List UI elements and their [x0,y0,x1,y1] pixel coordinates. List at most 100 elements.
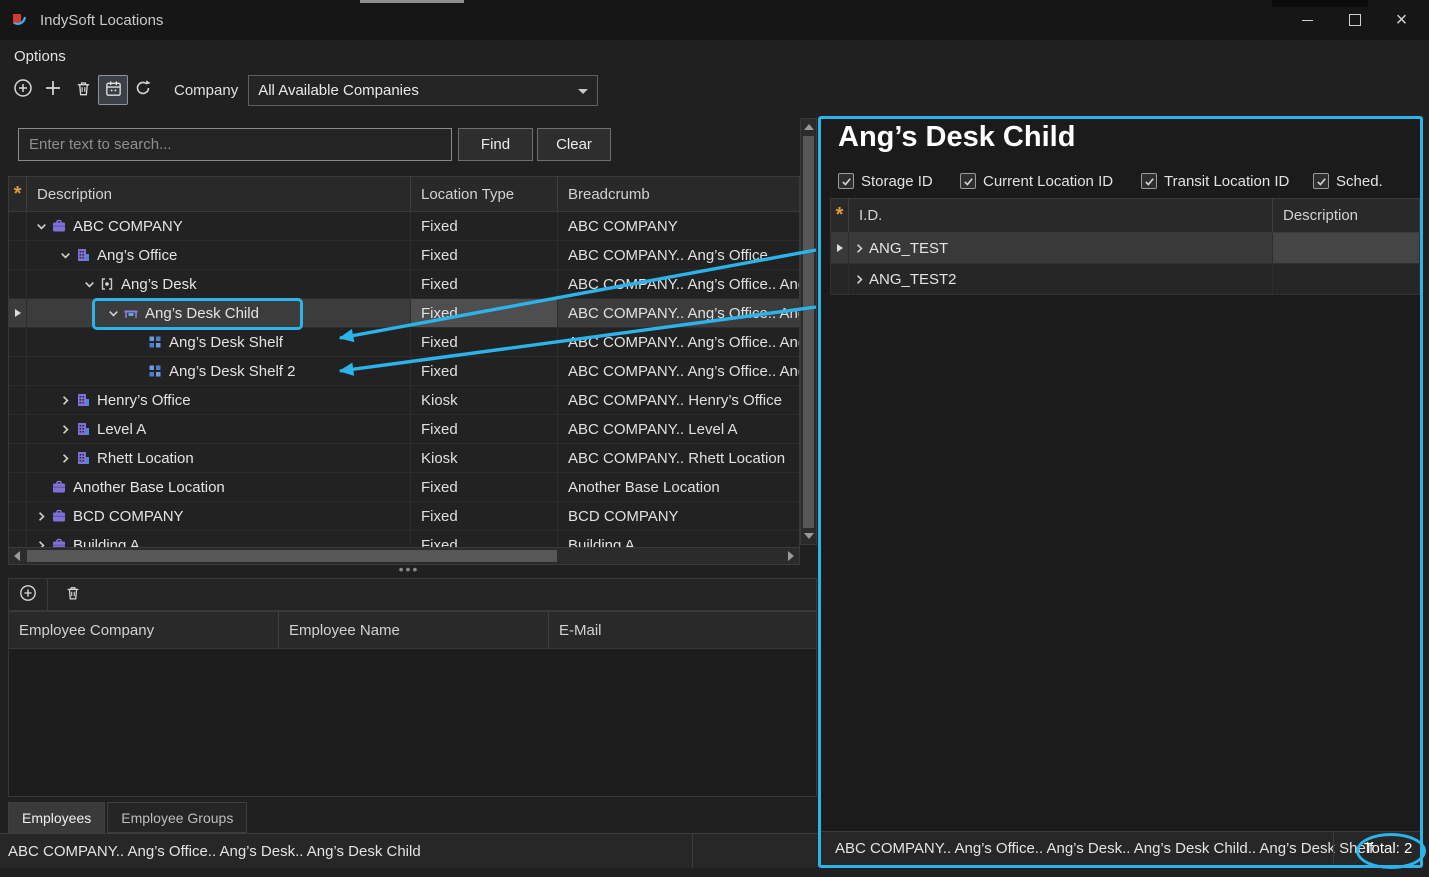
description-cell: Another Base Location [27,473,411,501]
id-row[interactable]: ANG_TEST [830,233,1420,264]
column-header-employee-company[interactable]: Employee Company [9,612,279,648]
status-separator [692,834,693,868]
location-row[interactable]: Rhett LocationKioskABC COMPANY.. Rhett L… [9,444,799,473]
expander-down-icon[interactable] [31,220,51,233]
scroll-left-icon[interactable] [14,551,20,561]
row-indicator-cell [9,415,27,443]
add-location-button[interactable] [8,75,38,105]
vertical-scrollbar-thumb[interactable] [803,136,814,528]
breadcrumb-cell: ABC COMPANY.. Rhett Location [558,444,799,472]
menu-options[interactable]: Options [0,48,80,65]
expander-right-icon[interactable] [55,394,75,407]
expander-right-icon[interactable] [31,539,51,548]
column-header-breadcrumb[interactable]: Breadcrumb [558,177,799,211]
breadcrumb-cell: BCD COMPANY [558,502,799,530]
add-circle-icon [19,584,37,606]
expander-right-icon[interactable] [55,423,75,436]
expander-right-icon[interactable] [849,242,869,255]
checkbox-current-location-id[interactable]: Current Location ID [960,171,1113,191]
column-header-description[interactable]: Description [27,177,411,211]
search-input[interactable] [18,128,452,161]
location-row[interactable]: Another Base LocationFixedAnother Base L… [9,473,799,502]
horizontal-scrollbar-thumb[interactable] [27,550,557,562]
find-button[interactable]: Find [458,128,533,161]
checkbox-box-icon[interactable] [960,173,976,189]
clear-button[interactable]: Clear [537,128,611,161]
plus-icon [43,78,63,102]
checkbox-box-icon[interactable] [838,173,854,189]
toolbar-separator [47,579,48,610]
description-cell: Ang’s Desk Shelf [27,328,411,356]
expander-right-icon[interactable] [55,452,75,465]
delete-location-button[interactable] [68,75,98,105]
description-cell: Henry’s Office [27,386,411,414]
expander-down-icon[interactable] [55,249,75,262]
expander-down-icon[interactable] [79,278,99,291]
tab-employee-groups[interactable]: Employee Groups [107,802,247,833]
row-indicator-cell [9,212,27,240]
current-row-arrow-icon [15,309,21,317]
shelf-icon [147,363,163,379]
column-header-location-type[interactable]: Location Type [411,177,558,211]
location-row[interactable]: Ang’s Desk Shelf 2FixedABC COMPANY.. Ang… [9,357,799,386]
minimize-icon [1302,20,1313,21]
description-cell: Ang’s Desk Shelf 2 [27,357,411,385]
description-cell: ABC COMPANY [27,212,411,240]
refresh-button[interactable] [128,75,158,105]
panel-splitter[interactable]: ••• [0,565,818,578]
location-row[interactable]: Ang’s Desk ShelfFixedABC COMPANY.. Ang’s… [9,328,799,357]
maximize-icon [1349,14,1361,26]
scroll-right-icon[interactable] [788,551,794,561]
checkbox-box-icon[interactable] [1313,173,1329,189]
scroll-down-icon[interactable] [804,533,814,539]
location-row[interactable]: Level AFixedABC COMPANY.. Level A [9,415,799,444]
location-row[interactable]: Henry’s OfficeKioskABC COMPANY.. Henry’s… [9,386,799,415]
add-circle-icon [13,78,33,102]
company-dropdown[interactable]: All Available Companies [248,75,598,106]
office-icon [75,421,91,437]
scroll-up-icon[interactable] [804,124,814,130]
vertical-scrollbar[interactable] [800,118,817,545]
expander-down-icon[interactable] [103,307,123,320]
column-header-email[interactable]: E-Mail [549,612,816,648]
id-row[interactable]: ANG_TEST2 [830,264,1420,295]
column-header-id[interactable]: I.D. [849,199,1273,232]
location-row[interactable]: Ang’s DeskFixedABC COMPANY.. Ang’s Offic… [9,270,799,299]
location-row[interactable]: Ang’s Desk ChildFixedABC COMPANY.. Ang’s… [9,299,799,328]
calendar-icon [104,79,123,102]
location-row[interactable]: Building AFixedBuilding A [9,531,799,547]
column-header-description[interactable]: Description [1273,199,1419,232]
location-row[interactable]: ABC COMPANYFixedABC COMPANY [9,212,799,241]
location-type-cell: Fixed [411,328,558,356]
total-count: Total: 2 [1364,832,1412,865]
close-button[interactable]: × [1378,0,1425,40]
add-employee-button[interactable] [15,582,41,608]
breadcrumb-cell: Another Base Location [558,473,799,501]
delete-employee-button[interactable] [60,582,86,608]
add-child-button[interactable] [38,75,68,105]
company-icon [51,218,67,234]
calendar-toggle-button[interactable] [98,75,128,105]
checkbox-transit-location-id[interactable]: Transit Location ID [1141,171,1289,191]
expander-right-icon[interactable] [31,510,51,523]
app-window: IndySoft Locations × Options Company All [0,0,1429,877]
detail-panel: Ang’s Desk Child Storage IDCurrent Locat… [818,116,1423,868]
row-indicator-cell [831,264,849,294]
location-type-cell: Fixed [411,502,558,530]
breadcrumb-cell: ABC COMPANY.. Ang’s Office.. Ang’s De [558,270,799,298]
checkbox-box-icon[interactable] [1141,173,1157,189]
description-cell [1273,233,1419,263]
location-type-cell: Fixed [411,241,558,269]
column-header-employee-name[interactable]: Employee Name [279,612,549,648]
company-icon [51,537,67,547]
checkbox-storage-id[interactable]: Storage ID [838,171,933,191]
checkbox-sched[interactable]: Sched. [1313,171,1383,191]
location-row[interactable]: BCD COMPANYFixedBCD COMPANY [9,502,799,531]
employee-grid-header: Employee Company Employee Name E-Mail [8,611,817,649]
company-icon [51,479,67,495]
location-type-cell: Fixed [411,473,558,501]
tab-employees[interactable]: Employees [8,802,105,833]
location-row[interactable]: Ang’s OfficeFixedABC COMPANY.. Ang’s Off… [9,241,799,270]
locations-grid-header: * Description Location Type Breadcrumb [8,176,800,212]
expander-right-icon[interactable] [849,273,869,286]
